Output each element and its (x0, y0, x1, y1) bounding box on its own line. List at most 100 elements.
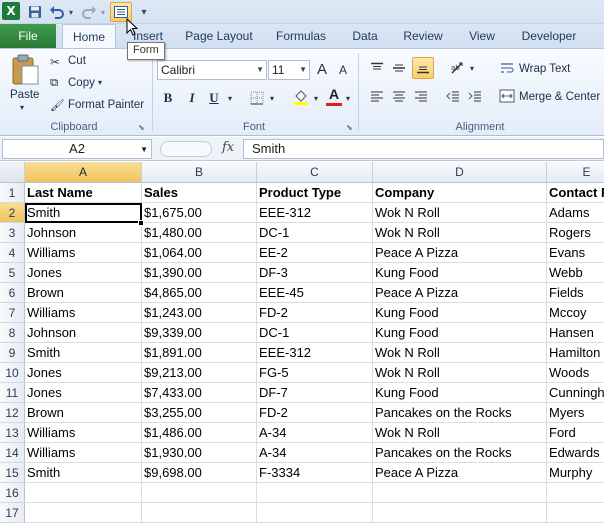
decrease-indent-icon[interactable] (444, 87, 462, 105)
cell-d4[interactable]: Peace A Pizza (373, 243, 547, 263)
align-center-icon[interactable] (390, 87, 408, 105)
orientation-dropdown-icon[interactable]: ▾ (468, 59, 476, 77)
name-box[interactable]: A2 ▼ (2, 139, 152, 159)
cell-c11[interactable]: DF-7 (257, 383, 373, 403)
wrap-text-button[interactable]: Wrap Text (519, 63, 570, 75)
row-header-7[interactable]: 7 (0, 303, 25, 323)
underline-dropdown-icon[interactable]: ▾ (226, 89, 234, 107)
insert-function-icon[interactable]: fx (222, 140, 234, 155)
cell-e11[interactable]: Cunningham (547, 383, 604, 403)
align-left-icon[interactable] (368, 87, 386, 105)
customize-toolbar-icon[interactable]: ▾ (138, 2, 150, 22)
column-header-c[interactable]: C (257, 162, 373, 183)
align-middle-icon[interactable] (390, 59, 408, 77)
font-color-button[interactable]: A (326, 86, 342, 102)
fill-handle[interactable] (138, 220, 144, 226)
underline-button[interactable]: U (206, 89, 222, 107)
cell-d12[interactable]: Pancakes on the Rocks (373, 403, 547, 423)
cell-d15[interactable]: Peace A Pizza (373, 463, 547, 483)
cell-e14[interactable]: Edwards (547, 443, 604, 463)
clipboard-launcher-icon[interactable]: ⬊ (138, 123, 145, 132)
italic-button[interactable]: I (184, 89, 200, 107)
cell-d8[interactable]: Kung Food (373, 323, 547, 343)
cell-b4[interactable]: $1,064.00 (142, 243, 257, 263)
cell-e12[interactable]: Myers (547, 403, 604, 423)
cell-e1[interactable]: Contact First Name (547, 183, 604, 203)
column-header-a[interactable]: A (25, 162, 142, 183)
cell-a2[interactable]: Smith (25, 203, 142, 223)
borders-icon[interactable] (248, 89, 266, 107)
font-name-select[interactable]: Calibri ▼ (157, 60, 267, 80)
redo-dropdown-icon[interactable]: ▾ (99, 2, 107, 22)
grow-font-button[interactable]: A (314, 59, 330, 79)
cell-c6[interactable]: EEE-45 (257, 283, 373, 303)
cell-c1[interactable]: Product Type (257, 183, 373, 203)
cell-b11[interactable]: $7,433.00 (142, 383, 257, 403)
cell-b14[interactable]: $1,930.00 (142, 443, 257, 463)
cell-a13[interactable]: Williams (25, 423, 142, 443)
cell-a3[interactable]: Johnson (25, 223, 142, 243)
row-header-17[interactable]: 17 (0, 503, 25, 523)
cell-a8[interactable]: Johnson (25, 323, 142, 343)
column-header-b[interactable]: B (142, 162, 257, 183)
cell-c3[interactable]: DC-1 (257, 223, 373, 243)
shrink-font-button[interactable]: A (336, 61, 350, 79)
cell-b9[interactable]: $1,891.00 (142, 343, 257, 363)
cell-d10[interactable]: Wok N Roll (373, 363, 547, 383)
tab-developer[interactable]: Developer (516, 24, 582, 48)
cell-d14[interactable]: Pancakes on the Rocks (373, 443, 547, 463)
tab-view[interactable]: View (460, 24, 504, 48)
row-header-2[interactable]: 2 (0, 203, 25, 223)
format-painter-button[interactable]: Format Painter (68, 99, 144, 111)
row-header-10[interactable]: 10 (0, 363, 25, 383)
cell-d1[interactable]: Company (373, 183, 547, 203)
row-header-5[interactable]: 5 (0, 263, 25, 283)
align-right-icon[interactable] (412, 87, 430, 105)
merge-center-button[interactable]: Merge & Center (519, 91, 600, 103)
font-color-dropdown-icon[interactable]: ▾ (344, 89, 352, 107)
cell-b8[interactable]: $9,339.00 (142, 323, 257, 343)
cell-b10[interactable]: $9,213.00 (142, 363, 257, 383)
row-header-3[interactable]: 3 (0, 223, 25, 243)
cell-a1[interactable]: Last Name (25, 183, 142, 203)
cell-a11[interactable]: Jones (25, 383, 142, 403)
cell-a9[interactable]: Smith (25, 343, 142, 363)
cell-a17[interactable] (25, 503, 142, 523)
cell-e7[interactable]: Mccoy (547, 303, 604, 323)
cell-c8[interactable]: DC-1 (257, 323, 373, 343)
tab-page-layout[interactable]: Page Layout (180, 24, 258, 48)
save-icon[interactable] (26, 2, 44, 22)
cell-b3[interactable]: $1,480.00 (142, 223, 257, 243)
cell-b12[interactable]: $3,255.00 (142, 403, 257, 423)
cell-c15[interactable]: F-3334 (257, 463, 373, 483)
column-header-d[interactable]: D (373, 162, 547, 183)
formula-input[interactable]: Smith (243, 139, 604, 159)
paste-icon[interactable] (8, 53, 42, 87)
cell-b7[interactable]: $1,243.00 (142, 303, 257, 323)
paste-button[interactable]: Paste (10, 89, 39, 101)
borders-dropdown-icon[interactable]: ▾ (268, 89, 276, 107)
cell-a5[interactable]: Jones (25, 263, 142, 283)
redo-icon[interactable] (80, 2, 98, 22)
copy-button[interactable]: Copy (68, 77, 95, 89)
cell-d9[interactable]: Wok N Roll (373, 343, 547, 363)
fill-color-dropdown-icon[interactable]: ▾ (312, 89, 320, 107)
cell-e17[interactable] (547, 503, 604, 523)
cell-b16[interactable] (142, 483, 257, 503)
row-header-16[interactable]: 16 (0, 483, 25, 503)
cell-c13[interactable]: A-34 (257, 423, 373, 443)
cell-a14[interactable]: Williams (25, 443, 142, 463)
cell-d6[interactable]: Peace A Pizza (373, 283, 547, 303)
tab-home[interactable]: Home (62, 24, 116, 49)
cell-c17[interactable] (257, 503, 373, 523)
paste-dropdown-icon[interactable]: ▾ (20, 103, 24, 112)
fill-color-icon[interactable] (292, 87, 310, 107)
row-header-4[interactable]: 4 (0, 243, 25, 263)
cell-a6[interactable]: Brown (25, 283, 142, 303)
row-header-12[interactable]: 12 (0, 403, 25, 423)
align-bottom-icon[interactable] (412, 57, 434, 79)
cell-d11[interactable]: Kung Food (373, 383, 547, 403)
formula-bar-grip[interactable] (160, 141, 212, 157)
cell-e13[interactable]: Ford (547, 423, 604, 443)
cell-c16[interactable] (257, 483, 373, 503)
